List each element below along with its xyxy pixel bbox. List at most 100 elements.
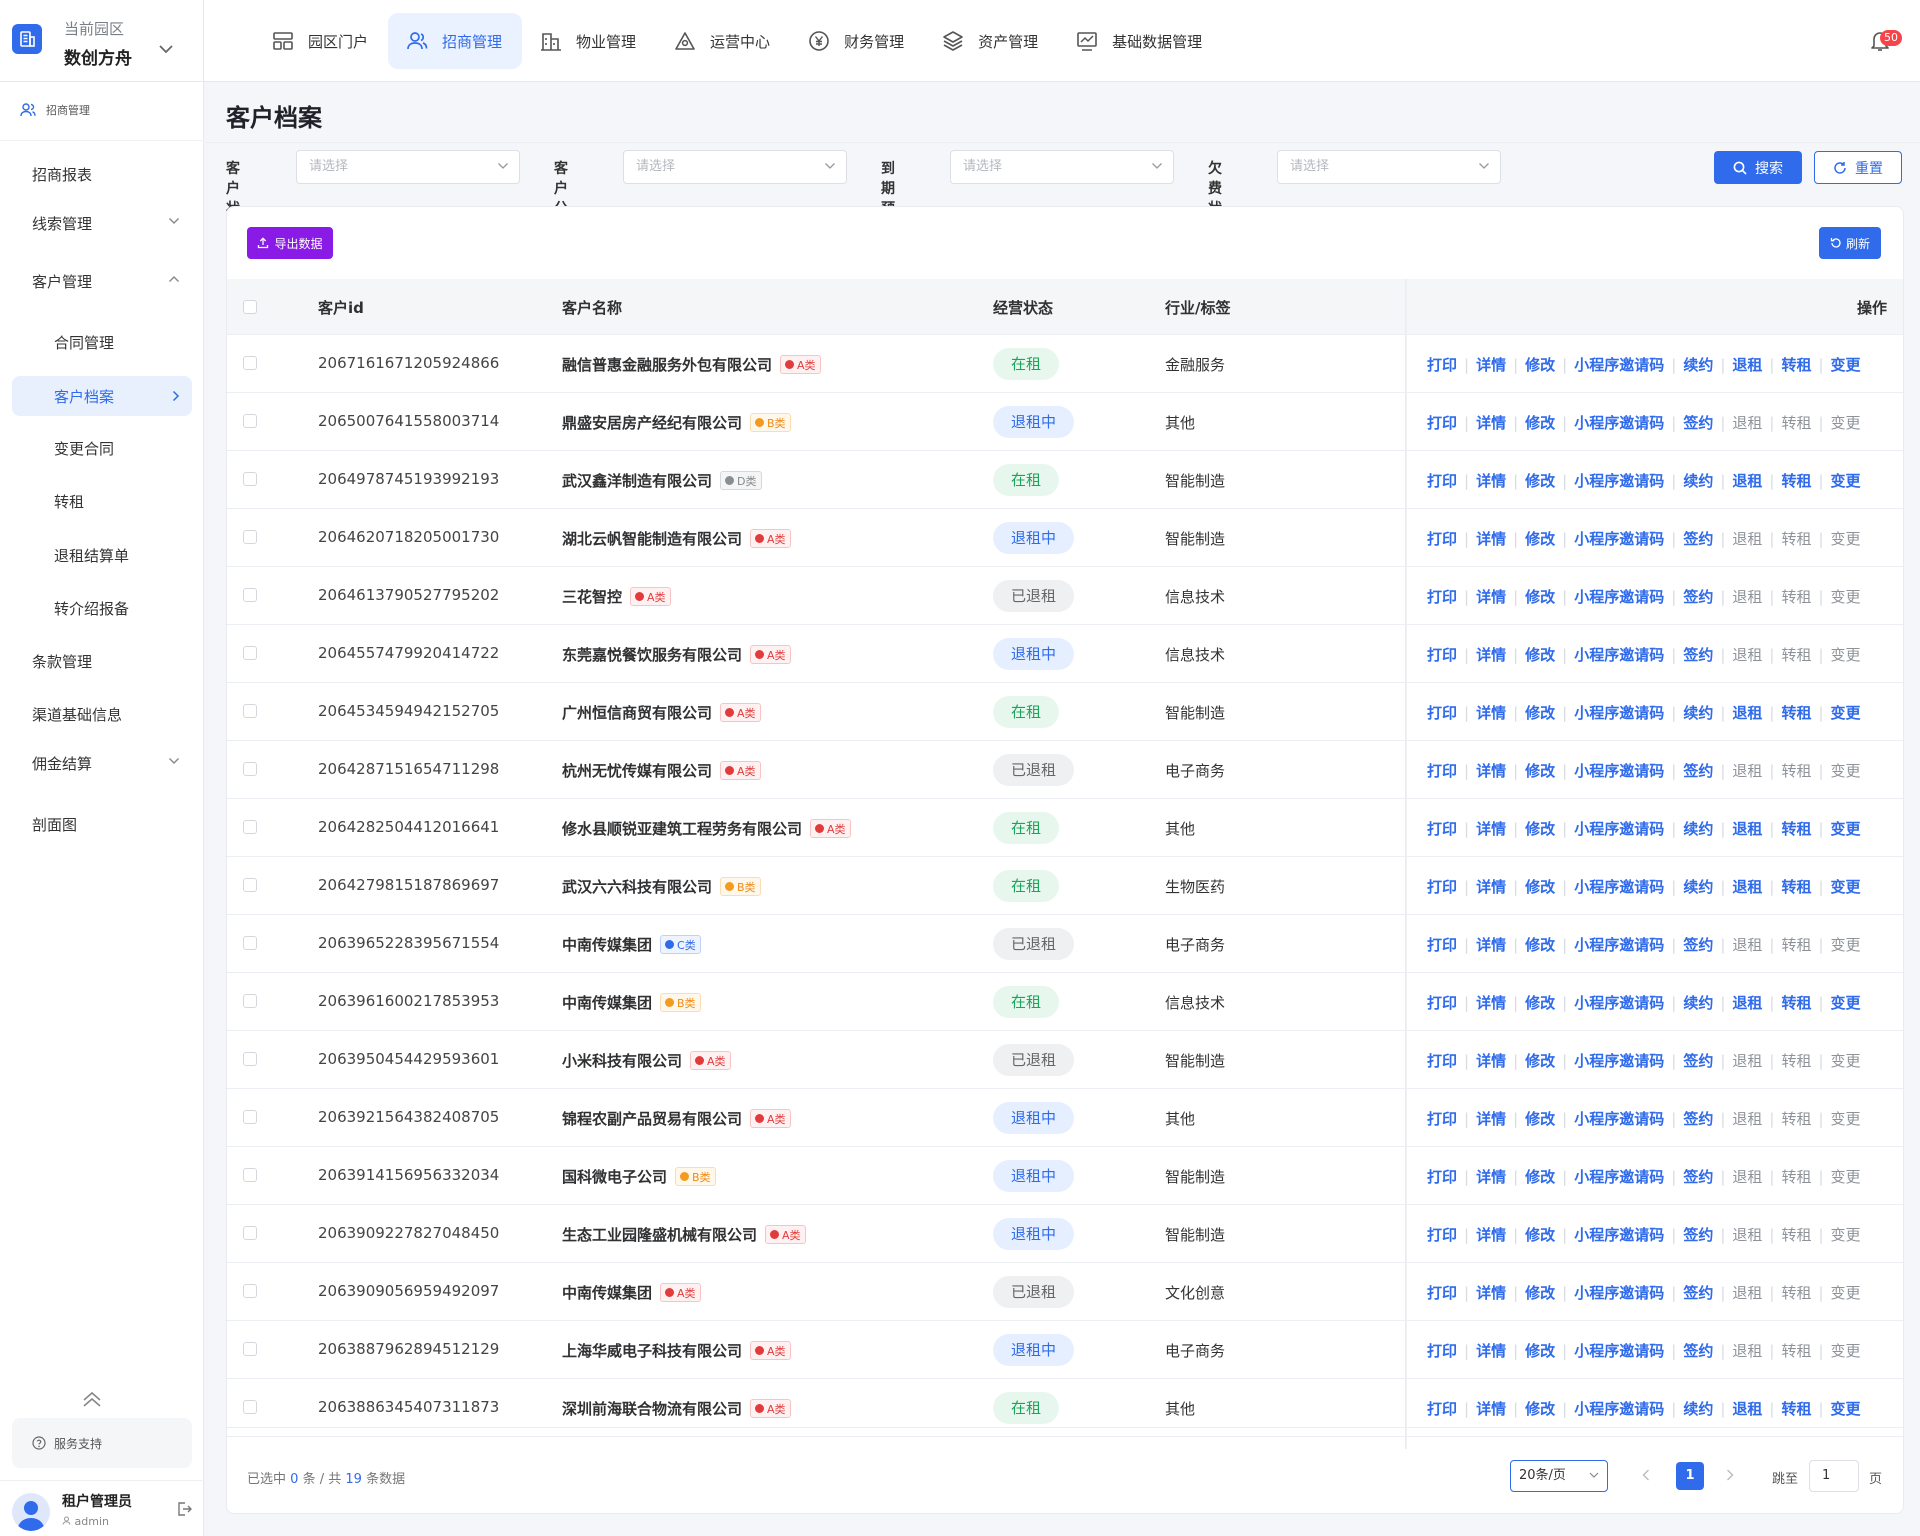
checkout-link[interactable]: 退租: [1732, 470, 1762, 491]
sublease-link[interactable]: 转租: [1781, 1166, 1811, 1187]
row-checkbox[interactable]: [243, 878, 257, 892]
invite-code-link[interactable]: 小程序邀请码: [1574, 876, 1664, 897]
renew-link[interactable]: 续约: [1683, 992, 1713, 1013]
sublease-link[interactable]: 转租: [1781, 528, 1811, 549]
edit-link[interactable]: 修改: [1525, 702, 1555, 723]
nav-assets[interactable]: 资产管理: [924, 13, 1058, 69]
row-checkbox[interactable]: [243, 1284, 257, 1298]
change-link[interactable]: 变更: [1831, 1398, 1861, 1419]
sign-link[interactable]: 签约: [1683, 1108, 1713, 1129]
sidebar-item-customer-archive[interactable]: 客户档案: [12, 376, 192, 416]
sublease-link[interactable]: 转租: [1781, 1398, 1811, 1419]
reset-button[interactable]: 重置: [1814, 151, 1902, 184]
sign-link[interactable]: 签约: [1683, 528, 1713, 549]
detail-link[interactable]: 详情: [1476, 1166, 1506, 1187]
invite-code-link[interactable]: 小程序邀请码: [1574, 760, 1664, 781]
row-checkbox[interactable]: [243, 1400, 257, 1414]
invite-code-link[interactable]: 小程序邀请码: [1574, 702, 1664, 723]
edit-link[interactable]: 修改: [1525, 818, 1555, 839]
nav-investment[interactable]: 招商管理: [388, 13, 523, 69]
chevron-down-icon[interactable]: [158, 40, 174, 58]
sidebar-item-checkout-settlement[interactable]: 退租结算单: [12, 535, 192, 575]
print-link[interactable]: 打印: [1427, 818, 1457, 839]
avatar[interactable]: [12, 1493, 50, 1531]
sublease-link[interactable]: 转租: [1781, 1340, 1811, 1361]
sublease-link[interactable]: 转租: [1781, 760, 1811, 781]
edit-link[interactable]: 修改: [1525, 876, 1555, 897]
edit-link[interactable]: 修改: [1525, 354, 1555, 375]
sublease-link[interactable]: 转租: [1781, 354, 1811, 375]
invite-code-link[interactable]: 小程序邀请码: [1574, 1224, 1664, 1245]
change-link[interactable]: 变更: [1831, 1108, 1861, 1129]
sublease-link[interactable]: 转租: [1781, 1224, 1811, 1245]
sign-link[interactable]: 签约: [1683, 1050, 1713, 1071]
row-checkbox[interactable]: [243, 356, 257, 370]
edit-link[interactable]: 修改: [1525, 528, 1555, 549]
change-link[interactable]: 变更: [1831, 760, 1861, 781]
sign-link[interactable]: 签约: [1683, 1282, 1713, 1303]
checkout-link[interactable]: 退租: [1732, 528, 1762, 549]
sidebar-item-terms[interactable]: 条款管理: [12, 641, 192, 681]
nav-finance[interactable]: 财务管理: [790, 13, 924, 69]
edit-link[interactable]: 修改: [1525, 1340, 1555, 1361]
checkout-link[interactable]: 退租: [1732, 1224, 1762, 1245]
change-link[interactable]: 变更: [1831, 528, 1861, 549]
invite-code-link[interactable]: 小程序邀请码: [1574, 412, 1664, 433]
sublease-link[interactable]: 转租: [1781, 586, 1811, 607]
sidebar-item-commission[interactable]: 佣金结算: [12, 743, 192, 783]
prev-page-icon[interactable]: [1641, 1468, 1651, 1486]
collapse-up-icon[interactable]: [80, 1390, 104, 1412]
sublease-link[interactable]: 转租: [1781, 412, 1811, 433]
sidebar-item-change-contract[interactable]: 变更合同: [12, 428, 192, 468]
invite-code-link[interactable]: 小程序邀请码: [1574, 354, 1664, 375]
checkout-link[interactable]: 退租: [1732, 876, 1762, 897]
edit-link[interactable]: 修改: [1525, 1282, 1555, 1303]
sublease-link[interactable]: 转租: [1781, 1050, 1811, 1071]
checkout-link[interactable]: 退租: [1732, 412, 1762, 433]
nav-operations[interactable]: 运营中心: [656, 13, 790, 69]
print-link[interactable]: 打印: [1427, 1050, 1457, 1071]
row-checkbox[interactable]: [243, 530, 257, 544]
edit-link[interactable]: 修改: [1525, 1166, 1555, 1187]
checkout-link[interactable]: 退租: [1732, 992, 1762, 1013]
renew-link[interactable]: 续约: [1683, 1398, 1713, 1419]
renew-link[interactable]: 续约: [1683, 470, 1713, 491]
row-checkbox[interactable]: [243, 1226, 257, 1240]
invite-code-link[interactable]: 小程序邀请码: [1574, 1108, 1664, 1129]
invite-code-link[interactable]: 小程序邀请码: [1574, 1398, 1664, 1419]
invite-code-link[interactable]: 小程序邀请码: [1574, 644, 1664, 665]
print-link[interactable]: 打印: [1427, 876, 1457, 897]
invite-code-link[interactable]: 小程序邀请码: [1574, 470, 1664, 491]
sign-link[interactable]: 签约: [1683, 760, 1713, 781]
detail-link[interactable]: 详情: [1476, 586, 1506, 607]
checkout-link[interactable]: 退租: [1732, 644, 1762, 665]
print-link[interactable]: 打印: [1427, 760, 1457, 781]
edit-link[interactable]: 修改: [1525, 1398, 1555, 1419]
change-link[interactable]: 变更: [1831, 876, 1861, 897]
row-checkbox[interactable]: [243, 646, 257, 660]
sublease-link[interactable]: 转租: [1781, 1108, 1811, 1129]
detail-link[interactable]: 详情: [1476, 876, 1506, 897]
renew-link[interactable]: 续约: [1683, 818, 1713, 839]
sublease-link[interactable]: 转租: [1781, 992, 1811, 1013]
row-checkbox[interactable]: [243, 414, 257, 428]
detail-link[interactable]: 详情: [1476, 1340, 1506, 1361]
checkout-link[interactable]: 退租: [1732, 1282, 1762, 1303]
edit-link[interactable]: 修改: [1525, 934, 1555, 955]
sign-link[interactable]: 签约: [1683, 1224, 1713, 1245]
edit-link[interactable]: 修改: [1525, 1224, 1555, 1245]
invite-code-link[interactable]: 小程序邀请码: [1574, 528, 1664, 549]
detail-link[interactable]: 详情: [1476, 992, 1506, 1013]
print-link[interactable]: 打印: [1427, 1398, 1457, 1419]
edit-link[interactable]: 修改: [1525, 644, 1555, 665]
sidebar-item-investment-report[interactable]: 招商报表: [12, 154, 192, 194]
refresh-button[interactable]: 刷新: [1819, 227, 1881, 259]
invite-code-link[interactable]: 小程序邀请码: [1574, 1340, 1664, 1361]
expiry-warning-select[interactable]: 请选择: [950, 150, 1174, 184]
change-link[interactable]: 变更: [1831, 1050, 1861, 1071]
nav-base-data[interactable]: 基础数据管理: [1058, 13, 1222, 69]
print-link[interactable]: 打印: [1427, 528, 1457, 549]
sidebar-item-channels[interactable]: 渠道基础信息: [12, 694, 192, 734]
customer-status-select[interactable]: 请选择: [296, 150, 520, 184]
print-link[interactable]: 打印: [1427, 586, 1457, 607]
